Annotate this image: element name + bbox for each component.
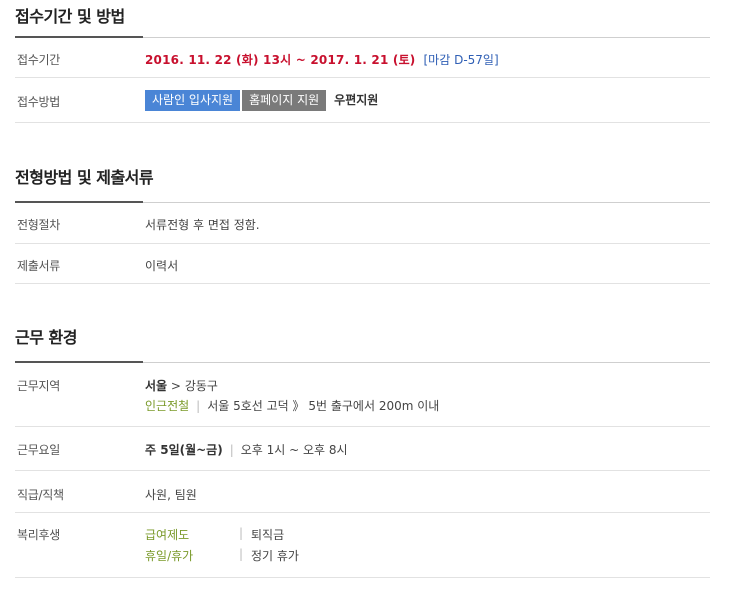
saramin-apply-button[interactable]: 사람인 입사지원 bbox=[145, 90, 241, 111]
welfare-value: 퇴직금 bbox=[251, 528, 285, 542]
label-days: 근무요일 bbox=[17, 443, 60, 457]
post-apply-text: 우편지원 bbox=[334, 93, 379, 107]
divider: | bbox=[196, 399, 201, 413]
period-value: 2016. 11. 22 (화) 13시 ~ 2017. 1. 21 (토) [마… bbox=[145, 51, 499, 68]
area-district: 강동구 bbox=[184, 379, 218, 393]
row-welfare: 복리후생 급여제도 | 퇴직금 휴일/휴가 | 정기 휴가 bbox=[15, 513, 710, 578]
homepage-apply-button[interactable]: 홈페이지 지원 bbox=[242, 90, 327, 111]
welfare-value: 정기 휴가 bbox=[251, 549, 299, 563]
row-work-area: 근무지역 서울 > 강동구 인근전철 | 서울 5호선 고덕 》 5번 출구에서 2… bbox=[15, 363, 710, 427]
documents-value: 이력서 bbox=[145, 259, 179, 273]
section-selection: 전형방법 및 제출서류 전형절차 서류전형 후 면접 정함. 제출서류 이력서 bbox=[15, 163, 710, 284]
label-rank: 직급/직책 bbox=[17, 488, 64, 502]
job-posting-details: 접수기간 및 방법 접수기간 2016. 11. 22 (화) 13시 ~ 20… bbox=[0, 0, 753, 612]
days-value: 주 5일(월~금) | 오후 1시 ~ 오후 8시 bbox=[145, 441, 348, 458]
nearby-subway: 인근전철 | 서울 5호선 고덕 》 5번 출구에서 200m 이내 bbox=[145, 397, 439, 414]
row-application-period: 접수기간 2016. 11. 22 (화) 13시 ~ 2017. 1. 21 … bbox=[15, 37, 710, 78]
method-value: 사람인 입사지원 홈페이지 지원 우편지원 bbox=[145, 90, 378, 111]
work-hours: 오후 1시 ~ 오후 8시 bbox=[240, 443, 348, 457]
nearby-label: 인근전철 bbox=[145, 399, 190, 413]
divider: | bbox=[239, 526, 244, 540]
section-title-work-environment: 근무 환경 bbox=[15, 328, 77, 347]
row-documents: 제출서류 이력서 bbox=[15, 244, 710, 284]
area-value: 서울 > 강동구 인근전철 | 서울 5호선 고덕 》 5번 출구에서 200m 이… bbox=[145, 377, 439, 414]
label-welfare: 복리후생 bbox=[17, 528, 60, 542]
area-city: 서울 bbox=[145, 379, 168, 393]
area-arrow-icon: > bbox=[170, 379, 181, 393]
section-title-selection: 전형방법 및 제출서류 bbox=[15, 168, 154, 187]
welfare-key: 휴일/휴가 bbox=[145, 549, 194, 563]
label-process: 전형절차 bbox=[17, 218, 60, 232]
row-rank: 직급/직책 사원, 팀원 bbox=[15, 471, 710, 513]
section-application: 접수기간 및 방법 접수기간 2016. 11. 22 (화) 13시 ~ 20… bbox=[15, 0, 710, 123]
divider: | bbox=[229, 443, 234, 457]
label-documents: 제출서류 bbox=[17, 259, 60, 273]
welfare-item: 휴일/휴가 | 정기 휴가 bbox=[145, 547, 299, 564]
period-dates: 2016. 11. 22 (화) 13시 ~ 2017. 1. 21 (토) bbox=[145, 53, 416, 67]
label-area: 근무지역 bbox=[17, 379, 60, 393]
welfare-item: 급여제도 | 퇴직금 bbox=[145, 526, 299, 543]
label-period: 접수기간 bbox=[17, 53, 60, 67]
work-days: 주 5일(월~금) bbox=[145, 443, 223, 457]
section-work-environment: 근무 환경 근무지역 서울 > 강동구 인근전철 | 서울 5호선 고덕 》 5번 … bbox=[15, 323, 710, 578]
row-process: 전형절차 서류전형 후 면접 정함. bbox=[15, 203, 710, 244]
divider: | bbox=[239, 547, 244, 561]
label-method: 접수방법 bbox=[17, 95, 60, 109]
welfare-list: 급여제도 | 퇴직금 휴일/휴가 | 정기 휴가 bbox=[145, 526, 299, 564]
rank-value: 사원, 팀원 bbox=[145, 488, 197, 502]
welfare-key: 급여제도 bbox=[145, 528, 190, 542]
process-value: 서류전형 후 면접 정함. bbox=[145, 218, 260, 232]
section-title-application: 접수기간 및 방법 bbox=[15, 7, 125, 26]
row-work-days: 근무요일 주 5일(월~금) | 오후 1시 ~ 오후 8시 bbox=[15, 427, 710, 471]
row-application-method: 접수방법 사람인 입사지원 홈페이지 지원 우편지원 bbox=[15, 78, 710, 123]
deadline-dday: [마감 D-57일] bbox=[423, 53, 499, 67]
subway-info: 서울 5호선 고덕 》 5번 출구에서 200m 이내 bbox=[207, 399, 440, 413]
